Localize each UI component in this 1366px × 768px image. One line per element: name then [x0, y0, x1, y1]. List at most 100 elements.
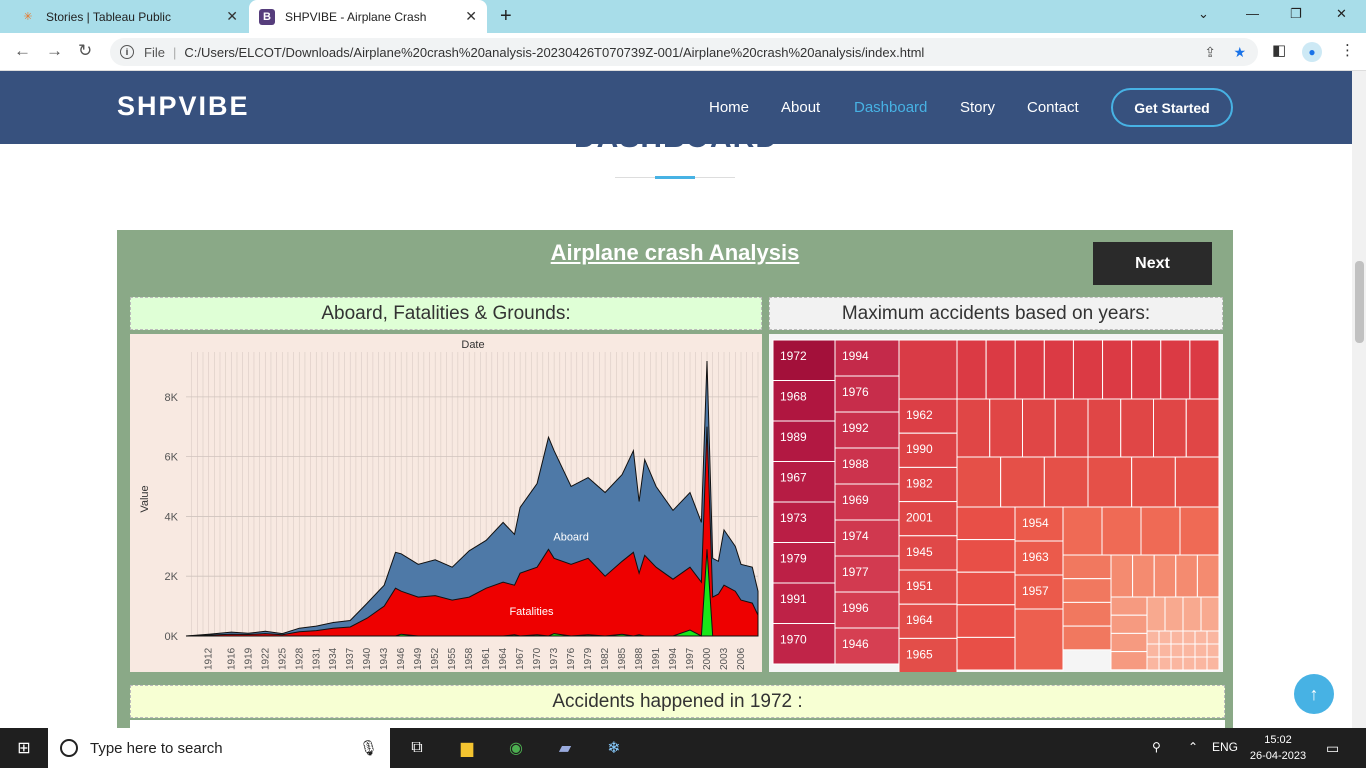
- nav-story[interactable]: Story: [960, 99, 995, 116]
- x-tick-label: 2000: [702, 647, 713, 670]
- treemap-tile: [1131, 339, 1162, 400]
- treemap-tile: [1194, 643, 1208, 658]
- url-box[interactable]: i File | C:/Users/ELCOT/Downloads/Airpla…: [110, 38, 1258, 66]
- area-chart[interactable]: Date Value 0K 2K 4K 6K 8K Aboard Fatalities 1912 1…: [130, 334, 762, 672]
- microphone-icon[interactable]: 🎙: [359, 739, 378, 757]
- treemap-tile: [1174, 456, 1220, 508]
- treemap-tile: [1158, 656, 1172, 671]
- divider: |: [172, 44, 177, 60]
- language-indicator[interactable]: ENG: [1212, 740, 1238, 754]
- treemap-tile: [956, 571, 1016, 606]
- taskbar-search[interactable]: Type here to search 🎙: [48, 728, 390, 768]
- nav-home[interactable]: Home: [709, 99, 749, 116]
- minimize-icon[interactable]: —: [1246, 6, 1259, 21]
- treemap-tile: [1196, 554, 1220, 598]
- browser-tab-shpvibe[interactable]: B SHPVIBE - Airplane Crash ✕: [249, 0, 487, 33]
- x-tick-label: 1976: [566, 647, 577, 670]
- forward-icon[interactable]: →: [46, 41, 63, 61]
- treemap-label: 1963: [1022, 550, 1049, 564]
- close-window-icon[interactable]: ✕: [1336, 6, 1347, 22]
- app-icon[interactable]: ▰: [553, 736, 577, 760]
- treemap-tile: [1110, 651, 1148, 671]
- dashboard-title: Airplane crash Analysis: [550, 240, 800, 265]
- treemap-container[interactable]: 1972 1968 1989 1967 1973 1979 1991 1970 1994 1976…: [769, 334, 1223, 674]
- tab-search-chevron-icon[interactable]: ⌄: [1198, 6, 1209, 22]
- address-bar: ← → ↻ i File | C:/Users/ELCOT/Downloads/…: [0, 33, 1366, 71]
- x-tick-label: 1970: [532, 647, 543, 670]
- treemap[interactable]: 1972 1968 1989 1967 1973 1979 1991 1970 1994 1976…: [769, 334, 1223, 674]
- treemap-tile: [1062, 506, 1103, 556]
- chrome-icon[interactable]: ◉: [504, 736, 528, 760]
- snowflake-app-icon[interactable]: ❄: [602, 736, 626, 760]
- file-explorer-icon[interactable]: ▆: [455, 736, 479, 760]
- close-tab-icon[interactable]: ✕: [226, 8, 238, 25]
- chart-title: Date: [461, 339, 484, 351]
- panel-title-max-accidents: Maximum accidents based on years:: [769, 297, 1223, 330]
- task-view-icon[interactable]: ⧉: [405, 736, 429, 760]
- title-divider-accent: [655, 176, 695, 179]
- treemap-tile: [985, 339, 1016, 400]
- y-tick-label: 8K: [165, 392, 179, 404]
- x-tick-label: 2003: [719, 647, 730, 670]
- panel-title-accidents-1972: Accidents happened in 1972 :: [130, 685, 1225, 718]
- search-placeholder: Type here to search: [90, 739, 223, 757]
- profile-avatar[interactable]: ●: [1302, 42, 1322, 62]
- treemap-label: 1972: [780, 349, 807, 363]
- treemap-tile: [1175, 554, 1198, 598]
- treemap-tile: [1164, 596, 1184, 632]
- people-icon[interactable]: ⚲: [1152, 740, 1161, 754]
- next-button[interactable]: Next: [1093, 242, 1212, 285]
- nav-dashboard[interactable]: Dashboard: [854, 99, 927, 116]
- menu-dots-icon[interactable]: ⋮: [1340, 41, 1355, 59]
- notifications-icon[interactable]: ▭: [1326, 740, 1339, 757]
- treemap-tile: [956, 636, 1016, 671]
- back-to-top-button[interactable]: ↑: [1294, 674, 1334, 714]
- x-tick-label: 1949: [413, 647, 424, 670]
- windows-start-icon[interactable]: ⊞: [12, 736, 36, 760]
- reload-icon[interactable]: ↻: [78, 41, 92, 61]
- annotation-aboard: Aboard: [553, 531, 588, 543]
- treemap-label: 1990: [906, 442, 933, 456]
- scrollbar-thumb[interactable]: [1355, 261, 1364, 343]
- back-icon[interactable]: ←: [14, 41, 31, 61]
- treemap-label: 1945: [906, 545, 933, 559]
- treemap-tile: [1200, 596, 1220, 632]
- new-tab-icon[interactable]: +: [500, 5, 512, 28]
- sidebar-icon[interactable]: ◧: [1272, 41, 1286, 59]
- treemap-tile: [1194, 656, 1208, 671]
- taskbar-clock[interactable]: 15:02 26-04-2023: [1246, 732, 1310, 764]
- x-tick-label: 1961: [481, 647, 492, 670]
- close-tab-icon[interactable]: ✕: [465, 8, 477, 25]
- bookmark-star-icon[interactable]: ★: [1233, 44, 1246, 61]
- treemap-label: 1991: [780, 592, 807, 606]
- treemap-tile: [1014, 608, 1064, 671]
- tab-title: Stories | Tableau Public: [46, 9, 171, 24]
- treemap-tile: [1182, 596, 1202, 632]
- treemap-tile: [1110, 632, 1148, 653]
- page-scrollbar[interactable]: [1352, 71, 1366, 728]
- x-tick-label: 1934: [328, 647, 339, 670]
- get-started-button[interactable]: Get Started: [1111, 88, 1233, 127]
- search-icon: [60, 739, 78, 757]
- x-tick-label: 1937: [345, 647, 356, 670]
- browser-tab-tableau[interactable]: ✳ Stories | Tableau Public ✕: [8, 0, 248, 33]
- x-tick-label: 1997: [685, 647, 696, 670]
- treemap-tile: [956, 539, 1016, 573]
- info-icon[interactable]: i: [120, 45, 134, 59]
- brand-logo[interactable]: SHPVIBE: [117, 91, 250, 122]
- url-text[interactable]: C:/Users/ELCOT/Downloads/Airplane%20cras…: [184, 45, 924, 60]
- x-tick-label: 1994: [668, 647, 679, 670]
- tray-chevron-icon[interactable]: ⌃: [1188, 740, 1198, 754]
- nav-about[interactable]: About: [781, 99, 820, 116]
- share-icon[interactable]: ⇪: [1204, 44, 1216, 61]
- clock-date: 26-04-2023: [1249, 750, 1307, 762]
- treemap-tile: [1206, 630, 1220, 645]
- treemap-tile: [1022, 398, 1056, 458]
- area-chart-container[interactable]: Date Value 0K 2K 4K 6K 8K Aboard Fatalities 1912 1…: [130, 334, 762, 672]
- nav-contact[interactable]: Contact: [1027, 99, 1079, 116]
- treemap-tile: [1110, 614, 1148, 634]
- y-tick-label: 4K: [165, 511, 179, 523]
- maximize-icon[interactable]: ❐: [1290, 6, 1302, 22]
- x-tick-label: 1928: [294, 647, 305, 670]
- x-tick-label: 1985: [617, 647, 628, 670]
